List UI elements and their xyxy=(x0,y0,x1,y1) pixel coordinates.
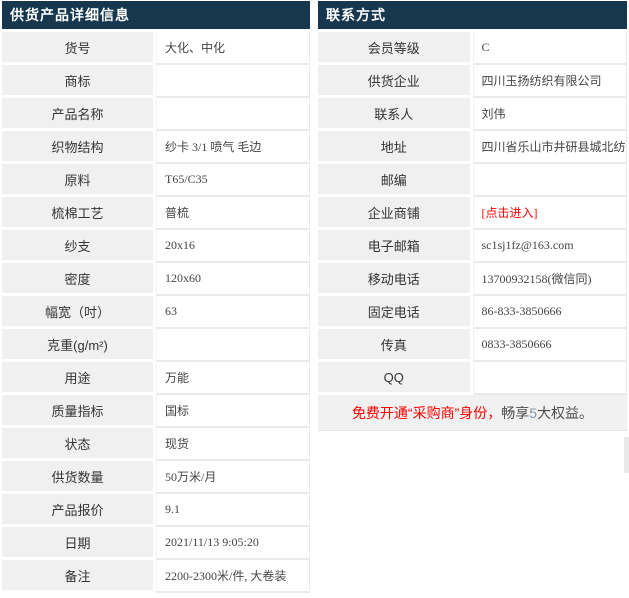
promo-text-mid: 畅享 xyxy=(501,404,530,421)
field-value: 大化、中化 xyxy=(156,32,310,65)
field-label: 织物结构 xyxy=(2,131,156,164)
field-label: 状态 xyxy=(2,428,156,461)
table-row: 原料 T65/C35 xyxy=(2,164,310,197)
field-label: 邮编 xyxy=(318,164,473,197)
field-value: 四川玉扬纺织有限公司 xyxy=(472,65,627,98)
field-label: 电子邮箱 xyxy=(318,230,473,263)
promo-text-tail: 大权益。 xyxy=(537,404,594,421)
field-value: 普梳 xyxy=(156,197,310,230)
table-row: 供货企业 四川玉扬纺织有限公司 xyxy=(318,65,627,98)
field-value: 万能 xyxy=(156,362,310,395)
table-row: 邮编 xyxy=(318,164,627,197)
table-row: 状态 现货 xyxy=(2,428,310,461)
field-label: 用途 xyxy=(2,362,156,395)
field-label: 原料 xyxy=(2,164,156,197)
table-row: 备注 2200-2300米/件, 大卷装 xyxy=(2,560,310,593)
table-row: 固定电话 86-833-3850666 xyxy=(318,296,627,329)
field-label: 日期 xyxy=(2,527,156,560)
field-label: 会员等级 xyxy=(318,32,473,65)
field-label: 联系人 xyxy=(318,98,473,131)
promo-benefit-count: 5 xyxy=(529,404,538,421)
table-row: 质量指标 国标 xyxy=(2,395,310,428)
table-row: 幅宽（吋） 63 xyxy=(2,296,310,329)
field-label: 产品报价 xyxy=(2,494,156,527)
field-value xyxy=(472,164,627,197)
content-area: 供货产品详细信息 货号 大化、中化 商标 产品名称 织物结构 纱卡 3/1 喷气 毛边 原料… xyxy=(0,0,629,593)
product-detail-table: 供货产品详细信息 货号 大化、中化 商标 产品名称 织物结构 纱卡 3/1 喷气 毛边 原料… xyxy=(2,1,310,593)
field-label: 移动电话 xyxy=(318,263,473,296)
field-label: 货号 xyxy=(2,32,156,65)
table-row: 企业商铺 [点击进入] xyxy=(318,197,627,230)
table-header-row: 联系方式 xyxy=(318,1,627,32)
table-row: QQ xyxy=(318,362,627,395)
field-label: 纱支 xyxy=(2,230,156,263)
field-value: 20x16 xyxy=(156,230,310,263)
field-value xyxy=(156,329,310,362)
field-value: 13700932158(微信同) xyxy=(472,263,627,296)
field-value: 0833-3850666 xyxy=(472,329,627,362)
field-label: 商标 xyxy=(2,65,156,98)
table-row: 商标 xyxy=(2,65,310,98)
field-value: [点击进入] xyxy=(472,197,627,230)
field-label: 幅宽（吋） xyxy=(2,296,156,329)
table-header-row: 供货产品详细信息 xyxy=(2,1,310,32)
field-value: 120x60 xyxy=(156,263,310,296)
contact-table-title: 联系方式 xyxy=(318,1,627,32)
table-row: 织物结构 纱卡 3/1 喷气 毛边 xyxy=(2,131,310,164)
table-row: 电子邮箱 sc1sj1fz@163.com xyxy=(318,230,627,263)
table-row: 会员等级 C xyxy=(318,32,627,65)
promo-banner: 免费开通“采购商”身份，畅享5大权益。 xyxy=(318,395,627,431)
promo-row: 免费开通“采购商”身份，畅享5大权益。 xyxy=(318,395,627,431)
field-label: 地址 xyxy=(318,131,473,164)
field-value: sc1sj1fz@163.com xyxy=(472,230,627,263)
field-value: 刘伟 xyxy=(472,98,627,131)
table-row: 用途 万能 xyxy=(2,362,310,395)
field-label: 固定电话 xyxy=(318,296,473,329)
field-label: 质量指标 xyxy=(2,395,156,428)
table-row: 货号 大化、中化 xyxy=(2,32,310,65)
field-value: 50万米/月 xyxy=(156,461,310,494)
field-value: 9.1 xyxy=(156,494,310,527)
field-label: 克重(g/m²) xyxy=(2,329,156,362)
field-value: C xyxy=(472,32,627,65)
field-label: QQ xyxy=(318,362,473,395)
table-row: 克重(g/m²) xyxy=(2,329,310,362)
table-row: 移动电话 13700932158(微信同) xyxy=(318,263,627,296)
field-label: 备注 xyxy=(2,560,156,593)
table-row: 产品报价 9.1 xyxy=(2,494,310,527)
field-value: 86-833-3850666 xyxy=(472,296,627,329)
table-row: 供货数量 50万米/月 xyxy=(2,461,310,494)
field-value: 2021/11/13 9:05:20 xyxy=(156,527,310,560)
field-value: T65/C35 xyxy=(156,164,310,197)
field-label: 传真 xyxy=(318,329,473,362)
field-value: 纱卡 3/1 喷气 毛边 xyxy=(156,131,310,164)
contact-table: 联系方式 会员等级 C 供货企业 四川玉扬纺织有限公司 联系人 刘伟 地址 四川省乐山市井研县… xyxy=(318,1,627,431)
table-row: 地址四川省乐山市井研县城北纺织工业园区 xyxy=(318,131,627,164)
table-row: 密度 120x60 xyxy=(2,263,310,296)
table-row: 梳棉工艺 普梳 xyxy=(2,197,310,230)
field-label: 梳棉工艺 xyxy=(2,197,156,230)
enter-shop-link[interactable]: [点击进入] xyxy=(482,206,538,220)
table-row: 日期 2021/11/13 9:05:20 xyxy=(2,527,310,560)
right-edge-scrollbar-fragment xyxy=(624,437,629,473)
product-table-title: 供货产品详细信息 xyxy=(2,1,310,32)
open-buyer-membership-link[interactable]: 免费开通“采购商”身份， xyxy=(352,405,501,421)
table-row: 联系人 刘伟 xyxy=(318,98,627,131)
field-label: 产品名称 xyxy=(2,98,156,131)
field-label: 密度 xyxy=(2,263,156,296)
table-row: 产品名称 xyxy=(2,98,310,131)
table-row: 传真 0833-3850666 xyxy=(318,329,627,362)
table-row: 纱支 20x16 xyxy=(2,230,310,263)
field-label: 供货企业 xyxy=(318,65,473,98)
field-value xyxy=(156,98,310,131)
field-value: 2200-2300米/件, 大卷装 xyxy=(156,560,310,593)
field-value: 63 xyxy=(156,296,310,329)
field-label: 供货数量 xyxy=(2,461,156,494)
field-value xyxy=(472,362,627,395)
field-value: 国标 xyxy=(156,395,310,428)
field-value: 四川省乐山市井研县城北纺织工业园区 xyxy=(472,131,627,164)
field-label: 企业商铺 xyxy=(318,197,473,230)
field-value: 现货 xyxy=(156,428,310,461)
field-value xyxy=(156,65,310,98)
